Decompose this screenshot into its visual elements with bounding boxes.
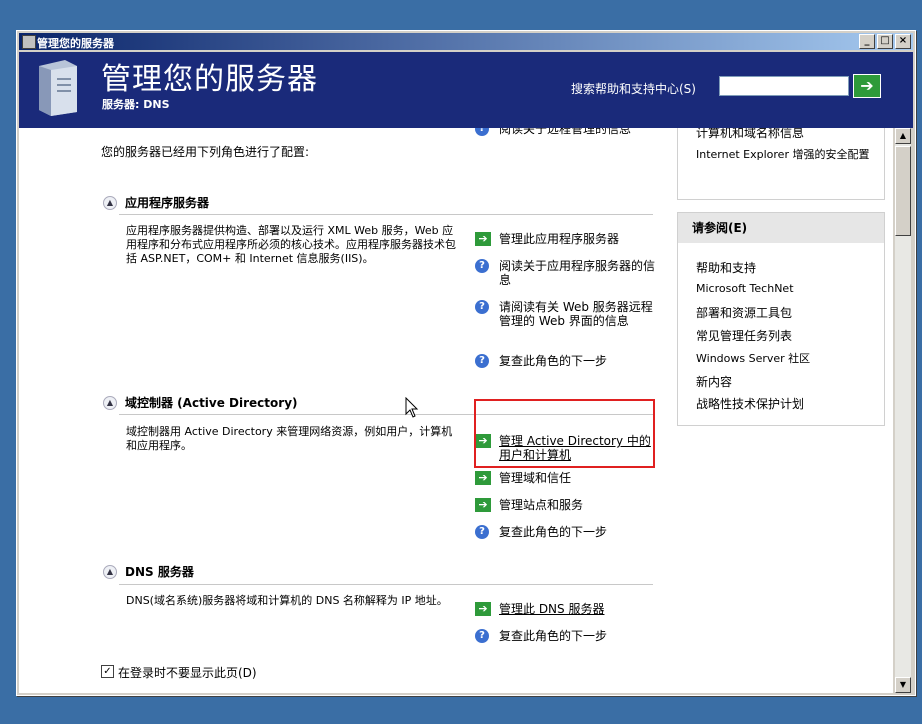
arrow-right-icon: ➔ (475, 602, 491, 616)
sidebar-link[interactable]: Microsoft TechNet (696, 282, 794, 295)
content-area: ? 阅读关于远程管理的信息 您的服务器已经用下列角色进行了配置: ▲ 应用程序服… (19, 128, 893, 693)
sidebar-link[interactable]: Internet Explorer 增强的安全配置 (696, 148, 876, 162)
sidebar-link[interactable]: 帮助和支持 (696, 259, 756, 276)
role-action[interactable]: ? 复查此角色的下一步 (475, 354, 655, 368)
intro-text: 您的服务器已经用下列角色进行了配置: (101, 145, 310, 159)
role-action[interactable]: ? 阅读关于应用程序服务器的信息 (475, 259, 655, 287)
info-icon: ? (475, 525, 489, 539)
sidebar-link[interactable]: Windows Server 社区 (696, 350, 810, 366)
highlight-box (474, 399, 655, 468)
info-icon: ? (475, 259, 489, 273)
server-icon (39, 60, 77, 116)
info-icon: ? (475, 354, 489, 368)
sidebar-link[interactable]: 计算机和域名称信息 (696, 128, 804, 141)
collapse-icon[interactable]: ▲ (103, 196, 117, 210)
remote-admin-info-link[interactable]: ? 阅读关于远程管理的信息 (475, 128, 631, 136)
see-also-box: 请参阅(E) 帮助和支持 Microsoft TechNet 部署和资源工具包 … (677, 212, 885, 426)
dont-show-checkbox[interactable]: ✓ (101, 665, 114, 678)
vertical-scrollbar[interactable]: ▲ ▼ (895, 128, 911, 693)
collapse-icon[interactable]: ▲ (103, 565, 117, 579)
sidebar-link[interactable]: 新内容 (696, 373, 732, 390)
role-action[interactable]: ➔ 管理此应用程序服务器 (475, 232, 655, 246)
sidebar-top-box: 计算机和域名称信息 Internet Explorer 增强的安全配置 (677, 128, 885, 200)
role-description: 应用程序服务器提供构造、部署以及运行 XML Web 服务，Web 应用程序和分… (126, 224, 456, 265)
role-title: 域控制器 (Active Directory) (125, 396, 298, 410)
see-also-title: 请参阅(E) (678, 213, 884, 243)
role-action[interactable]: ➔ 管理站点和服务 (475, 498, 655, 512)
title-bar[interactable]: 管理您的服务器 _ □ × (19, 33, 913, 50)
checkbox-label: 在登录时不要显示此页(D) (118, 666, 257, 680)
sidebar-link[interactable]: 部署和资源工具包 (696, 304, 792, 321)
page-title: 管理您的服务器 (101, 62, 318, 97)
role-action[interactable]: ? 请阅读有关 Web 服务器远程管理的 Web 界面的信息 (475, 300, 655, 328)
collapse-icon[interactable]: ▲ (103, 396, 117, 410)
role-action[interactable]: ? 复查此角色的下一步 (475, 629, 655, 643)
arrow-right-icon: ➔ (475, 232, 491, 246)
app-icon (22, 35, 36, 49)
scroll-thumb[interactable] (895, 146, 911, 236)
minimize-button[interactable]: _ (859, 34, 875, 49)
role-action[interactable]: ? 复查此角色的下一步 (475, 525, 655, 539)
arrow-right-icon: ➔ (475, 471, 491, 485)
role-title: 应用程序服务器 (125, 196, 210, 210)
info-icon: ? (475, 128, 489, 136)
role-action[interactable]: ➔ 管理此 DNS 服务器 (475, 602, 655, 616)
role-divider (119, 584, 653, 585)
role-action[interactable]: ➔ 管理域和信任 (475, 471, 655, 485)
close-button[interactable]: × (895, 34, 911, 49)
info-icon: ? (475, 300, 489, 314)
scroll-up-icon[interactable]: ▲ (895, 128, 911, 144)
sidebar-link[interactable]: 常见管理任务列表 (696, 327, 792, 344)
role-title: DNS 服务器 (125, 565, 194, 579)
sidebar: 计算机和域名称信息 Internet Explorer 增强的安全配置 请参阅(… (673, 128, 885, 693)
arrow-right-icon: ➔ (475, 498, 491, 512)
search-go-button[interactable]: ➔ (853, 74, 881, 98)
server-name: 服务器: DNS (102, 98, 170, 111)
mouse-cursor-icon (405, 397, 419, 418)
scroll-down-icon[interactable]: ▼ (895, 677, 911, 693)
role-description: DNS(域名系统)服务器将域和计算机的 DNS 名称解释为 IP 地址。 (126, 594, 448, 607)
maximize-button[interactable]: □ (877, 34, 893, 49)
sidebar-link[interactable]: 战略性技术保护计划 (696, 395, 804, 412)
search-label: 搜索帮助和支持中心(S) (571, 82, 696, 96)
window-title: 管理您的服务器 (37, 37, 114, 50)
page-header: 管理您的服务器 服务器: DNS 搜索帮助和支持中心(S) ➔ (19, 52, 913, 128)
info-icon: ? (475, 629, 489, 643)
search-input[interactable] (719, 76, 849, 96)
role-divider (119, 214, 653, 215)
role-description: 域控制器用 Active Directory 来管理网络资源，例如用户，计算机和… (126, 425, 453, 452)
manage-server-window: 管理您的服务器 _ □ × 管理您的服务器 服务器: DNS 搜索帮助和支持中心… (16, 30, 916, 696)
